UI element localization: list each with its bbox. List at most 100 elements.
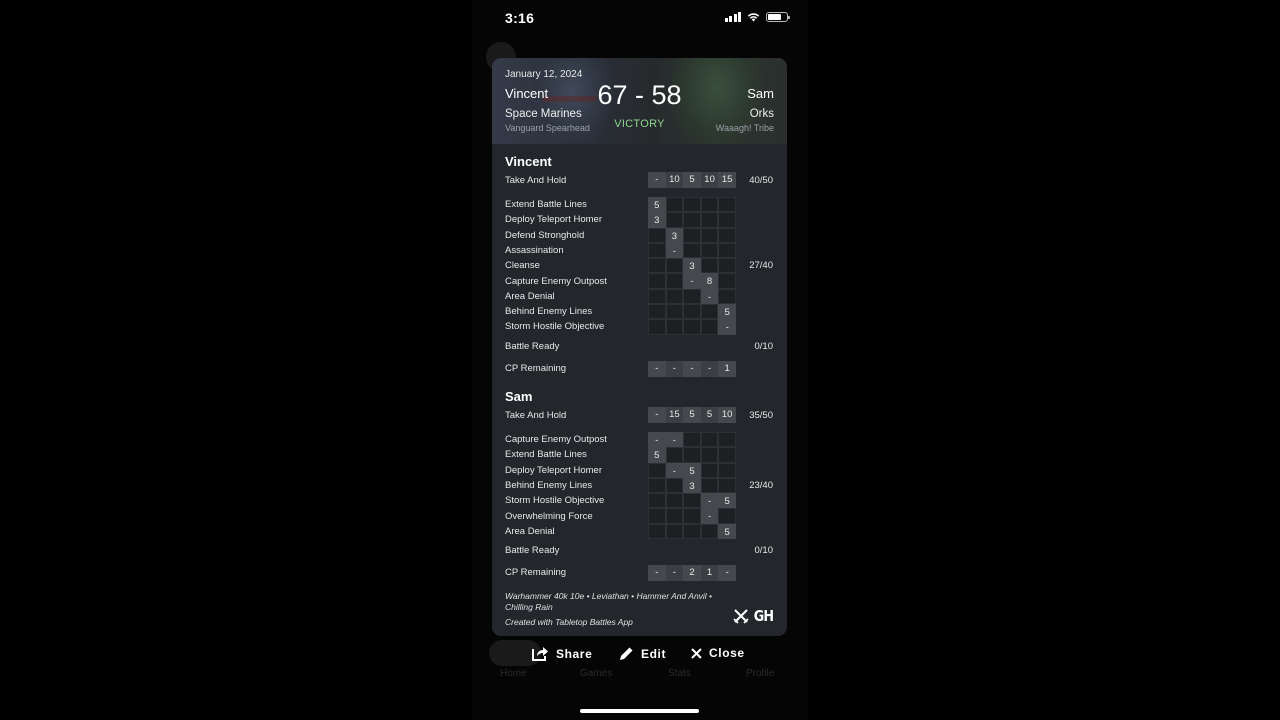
signal-icon [724,12,741,22]
game-header: January 12, 2024 Vincent Space Marines V… [492,58,787,144]
secondary-cell [665,447,684,463]
wifi-icon [747,13,760,22]
primary-total: 35/50 [749,410,773,421]
secondary-cell [683,508,701,524]
action-bar: Share Edit Close [472,646,808,666]
secondary-cell [683,493,701,509]
primary-label: Take And Hold [505,410,567,421]
secondary-label: Behind Enemy Lines [505,306,593,318]
secondary-cell: 5 [683,462,701,478]
secondary-cell [665,212,684,228]
secondary-cell [683,304,701,320]
cp-round-2: - [665,565,684,581]
secondary-label: Area Denial [505,525,555,537]
close-label: Close [709,646,745,660]
close-button[interactable]: Close [691,646,745,660]
secondary-cell [665,508,684,524]
secondary-cell: 3 [683,258,701,274]
cp-round-5: - [718,565,736,581]
primary-rounds: -10 5 10 15 [648,172,736,188]
share-label: Share [556,646,593,661]
secondary-cell [648,319,666,335]
battery-icon [766,12,790,22]
secondary-cell [648,304,666,320]
battle-ready-label: Battle Ready [505,545,560,556]
secondary-cell [648,273,666,289]
secondary-cell: - [665,462,684,478]
secondary-cell [665,493,684,509]
secondary-cell [700,212,719,228]
final-score: 67 - 58 [597,80,682,110]
secondary-cell [648,227,666,243]
secondary-cell [700,432,719,448]
secondary-label: Defend Stronghold [505,229,585,241]
battle-ready-total: 0/10 [754,545,774,556]
app-credit: Created with Tabletop Battles App [505,617,633,627]
secondary-cell: 5 [718,304,736,320]
cp-round-3: - [683,361,701,377]
battle-ready-total: 0/10 [754,341,774,352]
primary-round-5: 15 [718,172,736,188]
player2-detachment: Waaagh! Tribe [715,123,774,133]
cp-label: CP Remaining [505,363,567,374]
secondary-cell [718,227,736,243]
secondary-total: 23/40 [749,479,773,491]
edit-button[interactable]: Edit [619,646,666,661]
home-indicator[interactable] [580,709,699,713]
secondary-cell [683,447,701,463]
secondary-cell [683,319,701,335]
secondary-cell [665,197,684,213]
edit-label: Edit [641,646,667,661]
background-tab-stats: Stats [668,668,691,679]
background-tab-profile: Profile [746,668,775,679]
secondary-cell: 3 [665,227,684,243]
secondary-cell [648,508,666,524]
secondary-label: Behind Enemy Lines [505,479,593,491]
secondary-cell [665,258,684,274]
secondary-cell [718,447,736,463]
background-tab-games: Games [580,668,613,679]
secondary-cell [718,462,736,478]
secondary-cell [665,523,684,540]
primary-round-5: 10 [718,407,736,423]
secondary-cell [648,288,666,305]
secondary-cell [665,477,684,494]
secondary-cell: - [665,242,684,259]
secondary-cell: 5 [718,523,736,540]
secondary-cell: - [718,319,736,335]
secondary-label: Storm Hostile Objective [505,321,605,333]
secondary-cell: - [683,273,701,289]
primary-round-2: 15 [665,407,684,423]
secondary-cell [700,258,719,274]
secondary-cell [700,227,719,243]
secondary-cell [665,304,684,320]
secondary-grid: 533-3-8-5- [648,197,736,335]
secondary-cell [683,212,701,228]
player-section-name: Vincent [505,154,552,169]
primary-round-4: 5 [700,407,719,423]
primary-round-1: - [648,407,666,423]
secondary-cell [718,288,736,305]
secondary-cell [700,319,719,335]
secondary-cell: - [700,508,719,524]
secondary-cell [665,288,684,305]
cp-rounds: --21- [648,565,736,581]
primary-label: Take And Hold [505,175,567,186]
secondary-cell [648,523,666,540]
cp-round-2: - [665,361,684,377]
cp-round-5: 1 [718,361,736,377]
secondary-cell: 5 [648,197,666,213]
secondary-cell [683,288,701,305]
secondary-label: Extend Battle Lines [505,449,587,461]
share-button[interactable]: Share [532,646,592,661]
secondary-cell: 8 [700,273,719,289]
secondary-cell [718,432,736,448]
secondary-cell [683,242,701,259]
primary-rounds: -15 5 5 10 [648,407,736,423]
secondary-cell [648,493,666,509]
primary-round-3: 5 [683,407,701,423]
secondary-label: Deploy Teleport Homer [505,464,602,476]
background-tab-home: Home [500,668,527,679]
status-time: 3:16 [505,10,535,26]
game-date: January 12, 2024 [505,69,583,80]
